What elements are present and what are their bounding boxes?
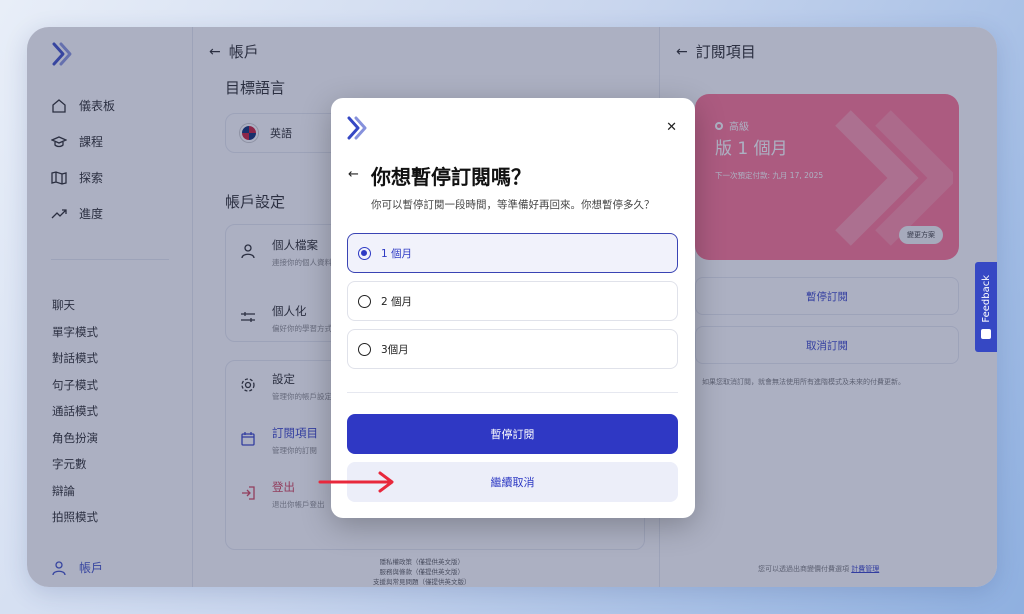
feedback-label: Feedback [980,275,992,323]
option-1-month[interactable]: 1 個月 [347,233,678,273]
option-3-months[interactable]: 3個月 [347,329,678,369]
radio-icon[interactable] [358,342,371,356]
feedback-tab[interactable]: Feedback [975,262,997,352]
back-arrow-icon[interactable]: ← [348,167,359,182]
annotation-arrow-icon [318,471,394,493]
dialog-divider [347,392,678,393]
app-logo-icon [347,116,367,140]
pause-subscription-dialog: ✕ ← 你想暫停訂閱嗎？ 你可以暫停訂閱一段時間，等準備好再回來。你想暫停多久？… [331,98,695,518]
close-icon[interactable]: ✕ [666,120,677,135]
option-label: 1 個月 [381,247,413,260]
option-label: 3個月 [381,343,409,356]
feedback-icon [981,328,991,339]
option-label: 2 個月 [381,295,413,308]
pause-subscription-button[interactable]: 暫停訂閱 [347,414,678,454]
dialog-title: 你想暫停訂閱嗎？ [371,165,531,189]
option-2-months[interactable]: 2 個月 [347,281,678,321]
radio-selected-icon[interactable] [358,246,371,260]
dialog-subtitle: 你可以暫停訂閱一段時間，等準備好再回來。你想暫停多久？ [371,199,655,211]
radio-icon[interactable] [358,294,371,308]
